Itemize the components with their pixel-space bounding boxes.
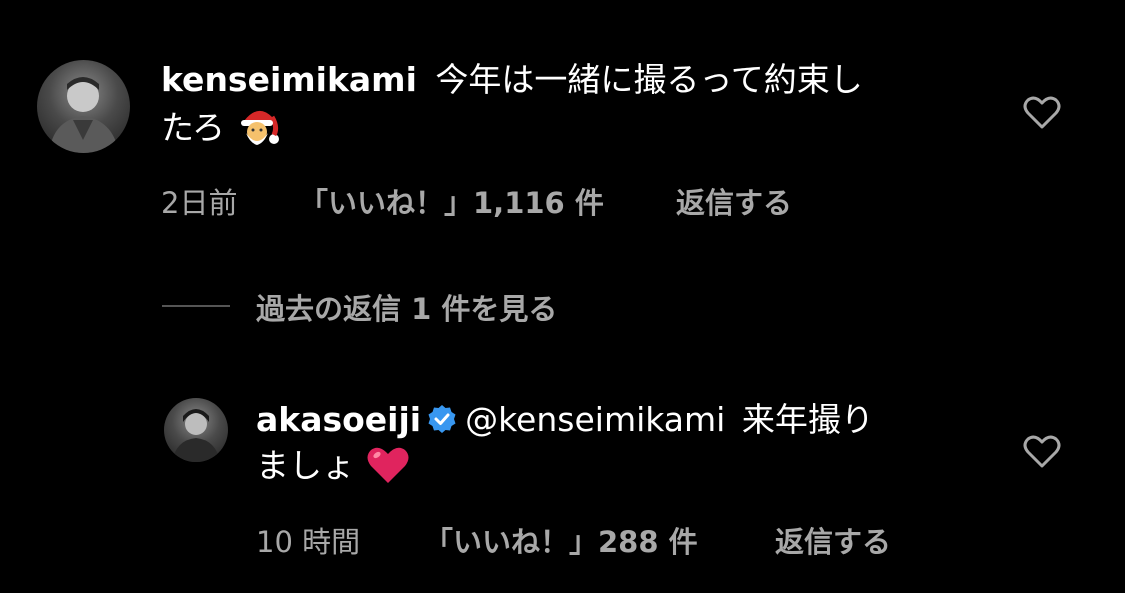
avatar-akasoeiji[interactable] xyxy=(164,398,228,462)
reply-mention[interactable]: @kenseimikami xyxy=(465,400,725,439)
heart-outline-icon[interactable] xyxy=(1023,96,1061,130)
verified-badge-icon xyxy=(428,405,456,433)
view-replies-button[interactable]: 過去の返信 1 件を見る xyxy=(256,286,557,328)
reply-body: akasoeiji @kenseimikami 来年撮り ましょ xyxy=(256,397,1016,497)
reply-reply-button[interactable]: 返信する xyxy=(775,519,891,561)
comment-meta: 2日前 「いいね！」1,116 件 返信する xyxy=(161,180,861,220)
reply-text-line2: ましょ xyxy=(256,446,355,485)
reply-time: 10 時間 xyxy=(256,525,361,559)
comment-likes[interactable]: 「いいね！」1,116 件 xyxy=(299,180,604,222)
person-photo-icon xyxy=(172,409,220,462)
comment-text-line2: たろ xyxy=(161,108,226,147)
comment-time: 2日前 xyxy=(161,186,238,220)
reply-button[interactable]: 返信する xyxy=(676,180,792,222)
comment-body: kenseimikami 今年は一緒に撮るって約束し たろ xyxy=(161,57,981,159)
santa-emoji xyxy=(236,103,280,159)
reply-meta: 10 時間 「いいね！」288 件 返信する xyxy=(256,519,956,559)
reply-username[interactable]: akasoeiji xyxy=(256,400,421,439)
comment-username[interactable]: kenseimikami xyxy=(161,60,417,99)
reply-text-line1: 来年撮り xyxy=(741,400,874,439)
heart-outline-icon[interactable] xyxy=(1023,435,1061,469)
red-heart-emoji xyxy=(366,445,410,497)
person-photo-icon xyxy=(49,77,119,153)
divider xyxy=(162,305,230,307)
avatar-kenseimikami[interactable] xyxy=(37,60,130,153)
comment-text-line1: 今年は一緒に撮るって約束し xyxy=(435,60,863,99)
reply-likes[interactable]: 「いいね！」288 件 xyxy=(424,519,698,561)
